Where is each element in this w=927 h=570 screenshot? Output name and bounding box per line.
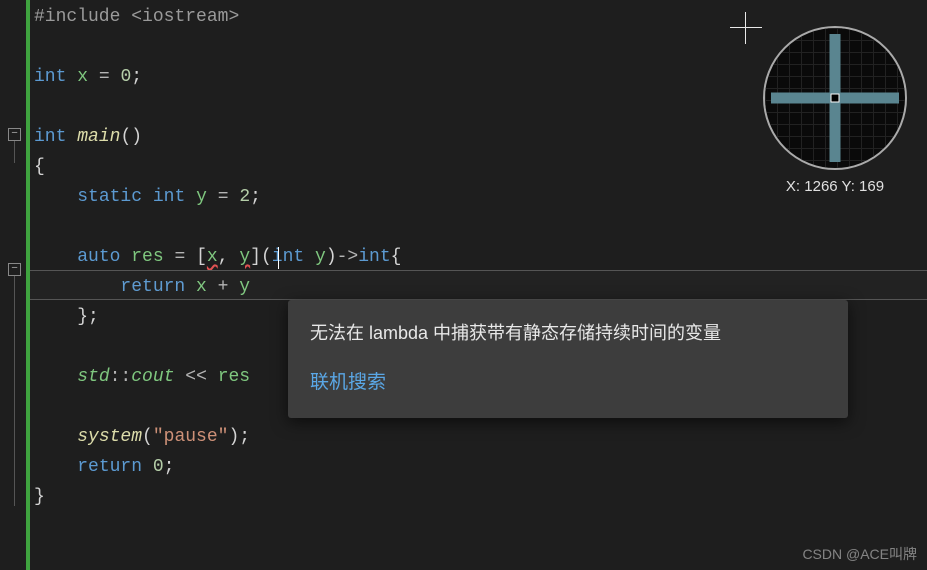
operator: +: [218, 277, 229, 297]
code-line: return 0;: [34, 452, 923, 482]
error-tooltip: 无法在 lambda 中捕获带有静态存储持续时间的变量 联机搜索: [288, 300, 848, 418]
keyword: return: [120, 277, 185, 297]
operator: ->: [337, 247, 359, 267]
gutter: [0, 0, 30, 570]
type-keyword: int: [34, 67, 66, 87]
paren: (: [261, 247, 272, 267]
text-caret-icon: [278, 247, 279, 269]
type-keyword: int: [358, 247, 390, 267]
paren: ): [326, 247, 337, 267]
magnifier-coords: X: 1266 Y: 169: [763, 178, 907, 195]
operator: =: [218, 187, 229, 207]
number-literal: 0: [153, 457, 164, 477]
parens: (): [120, 127, 142, 147]
paren: (: [142, 427, 153, 447]
namespace: std: [77, 367, 109, 387]
brace: {: [391, 247, 402, 267]
var-name: res: [131, 247, 163, 267]
func-call: system: [77, 427, 142, 447]
tooltip-message: 无法在 lambda 中捕获带有静态存储持续时间的变量: [310, 320, 826, 347]
watermark: CSDN @ACE叫牌: [802, 544, 917, 564]
var-name: y: [239, 277, 250, 297]
operator: <<: [185, 367, 207, 387]
code-line: auto res = [x, y](int y)->int{: [34, 242, 923, 272]
fold-line: [14, 276, 15, 506]
brace: }: [34, 487, 45, 507]
string-literal: "pause": [153, 427, 229, 447]
semicolon: ;: [164, 457, 175, 477]
code-line: [34, 212, 923, 242]
param-name: y: [315, 247, 326, 267]
keyword: static: [77, 187, 142, 207]
type-keyword: int: [272, 247, 304, 267]
keyword: return: [77, 457, 142, 477]
fold-button-lambda[interactable]: [8, 263, 21, 276]
bracket: ]: [250, 247, 261, 267]
keyword: auto: [77, 247, 120, 267]
capture-var-error: y: [239, 247, 250, 267]
code-line: }: [34, 482, 923, 512]
pixel-magnifier: X: 1266 Y: 169: [763, 26, 907, 195]
code-line: return x + y: [34, 272, 923, 302]
operator: =: [174, 247, 185, 267]
comma: ,: [218, 247, 229, 267]
bracket: [: [196, 247, 207, 267]
fold-button-main[interactable]: [8, 128, 21, 141]
capture-var-error: x: [207, 247, 218, 267]
var-name: x: [77, 67, 88, 87]
number-literal: 0: [120, 67, 131, 87]
brace: };: [77, 307, 99, 327]
brace: {: [34, 157, 45, 177]
operator: =: [99, 67, 110, 87]
magnifier-center-icon: [831, 94, 840, 103]
include-header: <iostream>: [131, 7, 239, 27]
var-name: x: [196, 277, 207, 297]
type-keyword: int: [153, 187, 185, 207]
fold-line: [14, 141, 15, 163]
online-search-link[interactable]: 联机搜索: [310, 369, 826, 398]
preproc-keyword: #include: [34, 7, 120, 27]
editor-pane: #include <iostream> int x = 0; int main(…: [0, 0, 927, 570]
magnifier-lens: [763, 26, 907, 170]
var-name: res: [218, 367, 250, 387]
operator: ::: [110, 367, 132, 387]
paren: );: [228, 427, 250, 447]
number-literal: 2: [239, 187, 250, 207]
stream: cout: [131, 367, 174, 387]
var-name: y: [196, 187, 207, 207]
type-keyword: int: [34, 127, 66, 147]
code-line: system("pause");: [34, 422, 923, 452]
func-name: main: [77, 127, 120, 147]
